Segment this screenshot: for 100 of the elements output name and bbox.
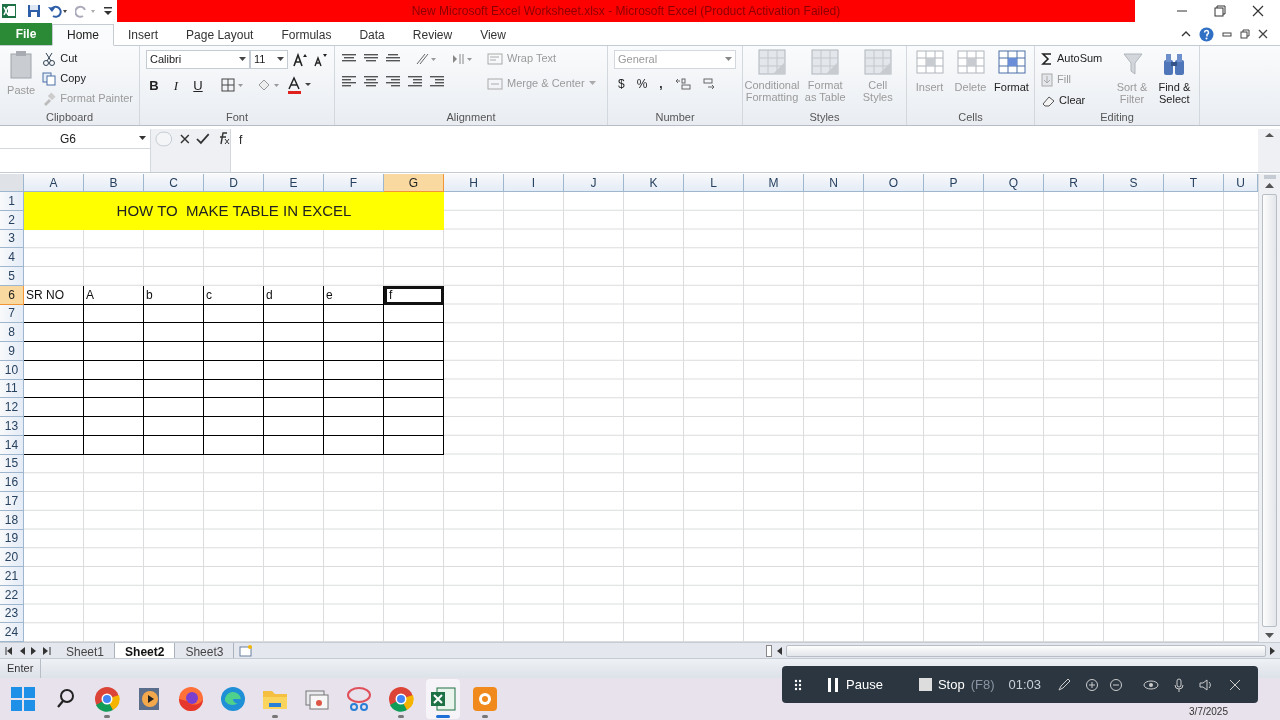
- increase-indent-icon[interactable]: [429, 74, 445, 88]
- column-header[interactable]: U: [1224, 174, 1258, 192]
- column-header[interactable]: P: [924, 174, 984, 192]
- collapse-ribbon-icon[interactable]: [1181, 29, 1191, 39]
- italic-button[interactable]: I: [168, 76, 184, 94]
- decrease-indent-icon[interactable]: [407, 74, 423, 88]
- font-color-icon[interactable]: [286, 76, 312, 94]
- file-tab[interactable]: File: [0, 23, 52, 45]
- table-cell[interactable]: [144, 323, 204, 342]
- save-icon[interactable]: [27, 4, 41, 18]
- close-workbook-icon[interactable]: [1258, 29, 1268, 39]
- microphone-icon[interactable]: [1173, 677, 1185, 692]
- table-header-cell[interactable]: d: [264, 285, 324, 305]
- table-header-cell[interactable]: A: [84, 285, 144, 305]
- table-cell[interactable]: [144, 417, 204, 436]
- table-cell[interactable]: [24, 417, 84, 436]
- ribbon-tab[interactable]: Data: [345, 24, 399, 46]
- clear-button[interactable]: Clear: [1041, 92, 1103, 109]
- row-header[interactable]: 9: [0, 342, 24, 361]
- autosum-button[interactable]: AutoSum: [1041, 50, 1103, 67]
- table-cell[interactable]: [84, 342, 144, 361]
- ribbon-tab[interactable]: View: [466, 24, 520, 46]
- table-cell[interactable]: [84, 417, 144, 436]
- table-cell[interactable]: [384, 342, 444, 361]
- align-center-icon[interactable]: [363, 74, 379, 88]
- table-cell[interactable]: [204, 398, 264, 417]
- find-select-button[interactable]: Find & Select: [1155, 50, 1193, 109]
- ribbon-tab[interactable]: Home: [52, 24, 114, 46]
- sheet-tab[interactable]: Sheet2: [115, 643, 176, 658]
- column-header[interactable]: I: [504, 174, 564, 192]
- column-header[interactable]: D: [204, 174, 264, 192]
- column-header[interactable]: J: [564, 174, 624, 192]
- column-header[interactable]: H: [444, 174, 504, 192]
- table-cell[interactable]: [24, 398, 84, 417]
- customize-toolbar-icon[interactable]: [103, 4, 113, 18]
- pause-button[interactable]: Pause: [828, 674, 883, 695]
- last-sheet-icon[interactable]: [43, 646, 51, 655]
- expand-formula-icon[interactable]: [1264, 132, 1274, 138]
- table-cell[interactable]: [384, 398, 444, 417]
- text-orientation-icon[interactable]: [415, 52, 437, 66]
- column-header[interactable]: A: [24, 174, 84, 192]
- next-sheet-icon[interactable]: [31, 646, 37, 655]
- restore-icon[interactable]: [1214, 5, 1226, 17]
- table-cell[interactable]: [204, 417, 264, 436]
- column-header[interactable]: O: [864, 174, 924, 192]
- column-header[interactable]: Q: [984, 174, 1044, 192]
- row-header[interactable]: 13: [0, 417, 24, 436]
- scroll-right-icon[interactable]: [1270, 646, 1276, 655]
- row-header[interactable]: 5: [0, 267, 24, 286]
- pen-icon[interactable]: [1057, 677, 1071, 692]
- comma-button[interactable]: ,: [659, 75, 663, 93]
- table-header-cell[interactable]: b: [144, 285, 204, 305]
- table-cell[interactable]: [84, 323, 144, 342]
- row-header[interactable]: 8: [0, 323, 24, 342]
- zoom-out-icon[interactable]: [1109, 677, 1123, 692]
- borders-icon[interactable]: [220, 77, 244, 93]
- column-header[interactable]: S: [1104, 174, 1164, 192]
- shrink-font-icon[interactable]: [312, 51, 328, 68]
- ribbon-tab[interactable]: Page Layout: [172, 24, 268, 46]
- table-cell[interactable]: [264, 323, 324, 342]
- close-icon[interactable]: [1252, 5, 1264, 17]
- increase-decimal-icon[interactable]: [674, 77, 691, 91]
- table-header-cell[interactable]: e: [324, 285, 384, 305]
- table-header-cell[interactable]: f: [384, 285, 444, 305]
- table-cell[interactable]: [24, 342, 84, 361]
- ribbon-button[interactable]: Format: [993, 48, 1030, 109]
- table-cell[interactable]: [24, 323, 84, 342]
- ribbon-tab[interactable]: Review: [398, 24, 467, 46]
- stop-button[interactable]: Stop: [918, 674, 965, 695]
- horizontal-scrollbar[interactable]: [786, 644, 1266, 657]
- font-size-field[interactable]: 11: [250, 50, 288, 69]
- row-header[interactable]: 1: [0, 192, 24, 211]
- column-header[interactable]: L: [684, 174, 744, 192]
- column-header[interactable]: G: [384, 174, 444, 192]
- vertical-scrollbar[interactable]: [1258, 174, 1280, 642]
- underline-button[interactable]: U: [190, 76, 206, 94]
- zoom-in-icon[interactable]: [1085, 677, 1099, 692]
- fill-color-icon[interactable]: [256, 77, 280, 93]
- table-cell[interactable]: [324, 417, 384, 436]
- copy-button[interactable]: Copy: [42, 70, 133, 87]
- column-header[interactable]: N: [804, 174, 864, 192]
- ribbon-tab[interactable]: Formulas: [267, 24, 346, 46]
- first-sheet-icon[interactable]: [5, 646, 13, 655]
- enter-icon[interactable]: [196, 131, 210, 147]
- scroll-left-icon[interactable]: [776, 646, 783, 655]
- row-header[interactable]: 16: [0, 473, 24, 492]
- table-cell[interactable]: [264, 398, 324, 417]
- column-header[interactable]: B: [84, 174, 144, 192]
- speaker-icon[interactable]: [1199, 677, 1213, 692]
- table-cell[interactable]: [264, 342, 324, 361]
- percent-button[interactable]: %: [636, 75, 648, 93]
- bold-button[interactable]: B: [146, 76, 162, 94]
- table-cell[interactable]: [204, 323, 264, 342]
- align-right-icon[interactable]: [385, 74, 401, 88]
- column-header[interactable]: E: [264, 174, 324, 192]
- row-header[interactable]: 24: [0, 623, 24, 642]
- column-header[interactable]: F: [324, 174, 384, 192]
- undo-icon[interactable]: [47, 4, 69, 18]
- table-cell[interactable]: [144, 398, 204, 417]
- currency-button[interactable]: $: [618, 75, 625, 93]
